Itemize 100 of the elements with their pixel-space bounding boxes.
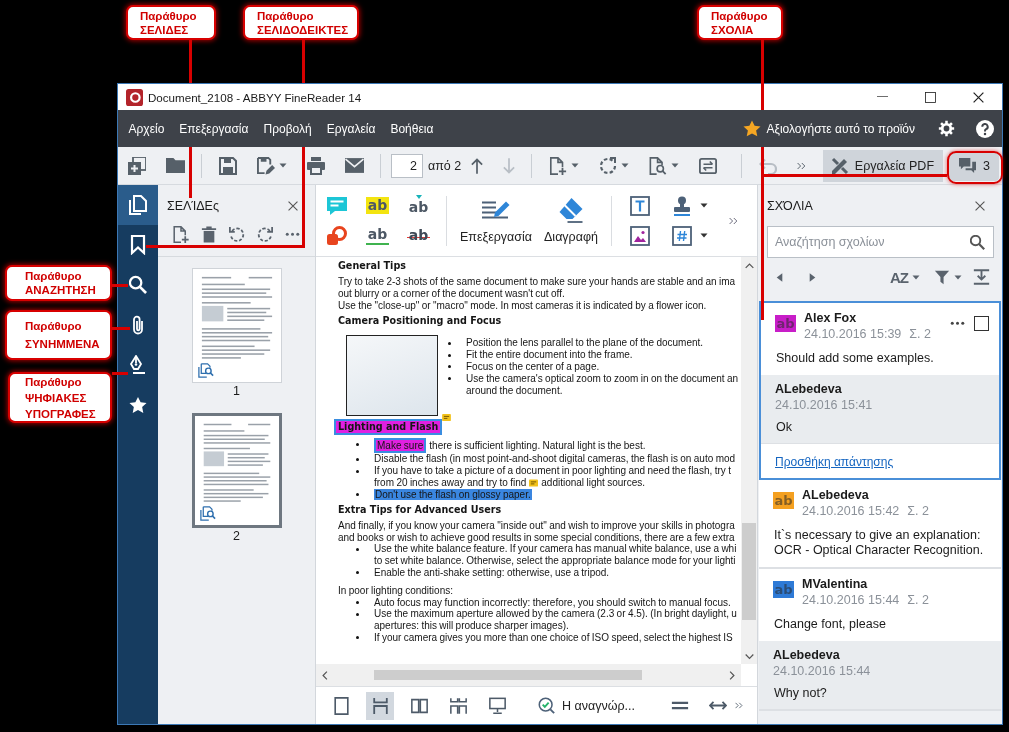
caret-icon[interactable]: [279, 163, 287, 168]
highlight-tool[interactable]: ab: [365, 197, 390, 214]
add-page-icon[interactable]: [173, 226, 189, 243]
star-icon: [129, 395, 147, 415]
shapes-icon[interactable]: [326, 225, 347, 246]
stamp-icon[interactable]: [672, 195, 692, 216]
double-line-icon[interactable]: [671, 701, 689, 710]
caret-icon[interactable]: [571, 163, 580, 168]
recognition-status[interactable]: Η αναγνώρ...: [562, 698, 635, 713]
chevron-up-icon[interactable]: [744, 263, 754, 269]
annotation-tag: ab: [775, 315, 796, 332]
rotate-icon[interactable]: [599, 156, 618, 175]
page-thumbnail[interactable]: [191, 413, 282, 528]
window-title: Document_2108 - ABBYY FineReader 14: [148, 90, 363, 104]
chevron-right-icon[interactable]: [729, 670, 735, 680]
menu-item[interactable]: Εργαλεία: [319, 118, 383, 139]
arrow-up-icon[interactable]: [471, 157, 484, 174]
annotation-tag: ab: [773, 492, 794, 509]
menu-item[interactable]: Αρχείο: [121, 118, 172, 139]
chevron-left-icon[interactable]: [322, 670, 328, 680]
search-field[interactable]: Αναζήτηση σχολίων: [767, 226, 994, 258]
single-page-icon: [332, 696, 350, 715]
list-item-text: Auto focus may function incorrectly: therefore, you should switch to manual focus.: [374, 596, 731, 609]
search-icon[interactable]: [970, 234, 985, 250]
text-box-icon[interactable]: [630, 195, 650, 216]
triangle-left-icon[interactable]: [776, 271, 783, 283]
caret-icon[interactable]: [671, 163, 680, 168]
double-arrow-icon[interactable]: [709, 701, 727, 710]
menu-item[interactable]: Προβολή: [255, 118, 320, 139]
add-page-icon[interactable]: [549, 156, 568, 175]
speech-bubbles-icon: [958, 157, 978, 174]
minimize-icon[interactable]: [876, 96, 888, 98]
caret-icon[interactable]: [954, 274, 962, 280]
rotate-left-icon[interactable]: [229, 226, 245, 243]
underline-tool[interactable]: ab: [365, 226, 390, 245]
erase-button[interactable]: Διαγραφή: [538, 195, 604, 246]
caret-icon[interactable]: [700, 203, 708, 208]
folder-icon[interactable]: [166, 158, 185, 173]
maximize-icon[interactable]: [924, 91, 936, 103]
pencil-ruler-icon: [830, 156, 849, 175]
menu-item[interactable]: Βοήθεια: [382, 118, 441, 139]
menu-item[interactable]: Επεξεργασία: [171, 118, 256, 139]
comments-button[interactable]: 3: [949, 150, 999, 181]
comment-marker-icon[interactable]: [442, 414, 452, 422]
scrollbar-thumb[interactable]: [742, 523, 756, 620]
check-magnifier-icon[interactable]: [538, 697, 555, 714]
highlighted-text: Make sure: [374, 438, 427, 454]
more-icon[interactable]: [950, 321, 965, 326]
comment-text: Ok: [775, 419, 793, 436]
trash-icon[interactable]: [201, 226, 217, 243]
swap-arrows-icon[interactable]: [699, 156, 718, 175]
leader-line: [302, 40, 305, 83]
author-name: ALebedeva: [773, 647, 841, 663]
checkbox[interactable]: [974, 316, 989, 331]
filter-icon[interactable]: [934, 269, 950, 285]
rotate-right-icon[interactable]: [257, 226, 273, 243]
view-mode-button[interactable]: [366, 691, 394, 720]
chevron-down-icon[interactable]: [744, 654, 754, 660]
comment-marker-icon[interactable]: [529, 478, 539, 487]
annotation-tag: ab: [773, 581, 794, 598]
printer-icon[interactable]: [307, 156, 325, 175]
list-item-text: Fit the entire document into the frame.: [466, 349, 633, 361]
triangle-right-icon[interactable]: [809, 271, 816, 283]
edit-button[interactable]: Επεξεργασία: [454, 195, 538, 246]
chevrons-icon[interactable]: [796, 161, 806, 170]
bullet-icon: [356, 547, 359, 551]
plus-squares-icon[interactable]: [128, 156, 146, 175]
envelope-icon[interactable]: [345, 158, 364, 173]
chevrons-icon[interactable]: [735, 702, 743, 709]
close-icon[interactable]: [972, 91, 984, 103]
insert-text-tool[interactable]: ab: [406, 195, 431, 216]
pdf-tools-button[interactable]: Εργαλεία PDF: [822, 149, 944, 182]
image-icon[interactable]: [630, 225, 650, 246]
add-reply-link[interactable]: Προσθήκη απάντησης: [775, 455, 894, 469]
vertical-scrollbar[interactable]: [741, 257, 757, 664]
help-icon[interactable]: [976, 119, 994, 138]
sort-button[interactable]: AZ: [890, 268, 920, 286]
document-search-icon[interactable]: [649, 156, 668, 175]
chevrons-icon[interactable]: [729, 216, 738, 225]
more-icon[interactable]: [285, 232, 300, 237]
bullet-icon: [356, 469, 359, 473]
floppy-pen-icon[interactable]: [257, 156, 275, 175]
hash-box-icon[interactable]: [672, 225, 692, 246]
page-number-label: 1: [233, 384, 240, 398]
page-number-field[interactable]: 2: [391, 153, 423, 178]
comment-text: It`s necessary to give an explanation: OCR - Optical Character Recognition.: [773, 527, 985, 559]
two-page-icon: [410, 696, 428, 715]
bullet-icon: [356, 636, 359, 640]
paragraph: In poor lighting conditions:: [338, 584, 454, 597]
star-icon[interactable]: [742, 120, 761, 137]
comment-time: 24.10.2016 15:39: [804, 326, 902, 343]
rate-product-link[interactable]: Αξιολογήστε αυτό το προϊόν: [766, 121, 915, 136]
sidebar-button[interactable]: [118, 185, 158, 225]
horizontal-scrollbar[interactable]: [316, 664, 741, 686]
caret-icon[interactable]: [621, 163, 630, 168]
collapse-icon[interactable]: [973, 269, 990, 285]
scrollbar-thumb[interactable]: [374, 670, 642, 680]
settings-icon[interactable]: [938, 120, 955, 137]
author-name: Alex Fox: [804, 310, 858, 326]
caret-icon[interactable]: [700, 233, 708, 238]
